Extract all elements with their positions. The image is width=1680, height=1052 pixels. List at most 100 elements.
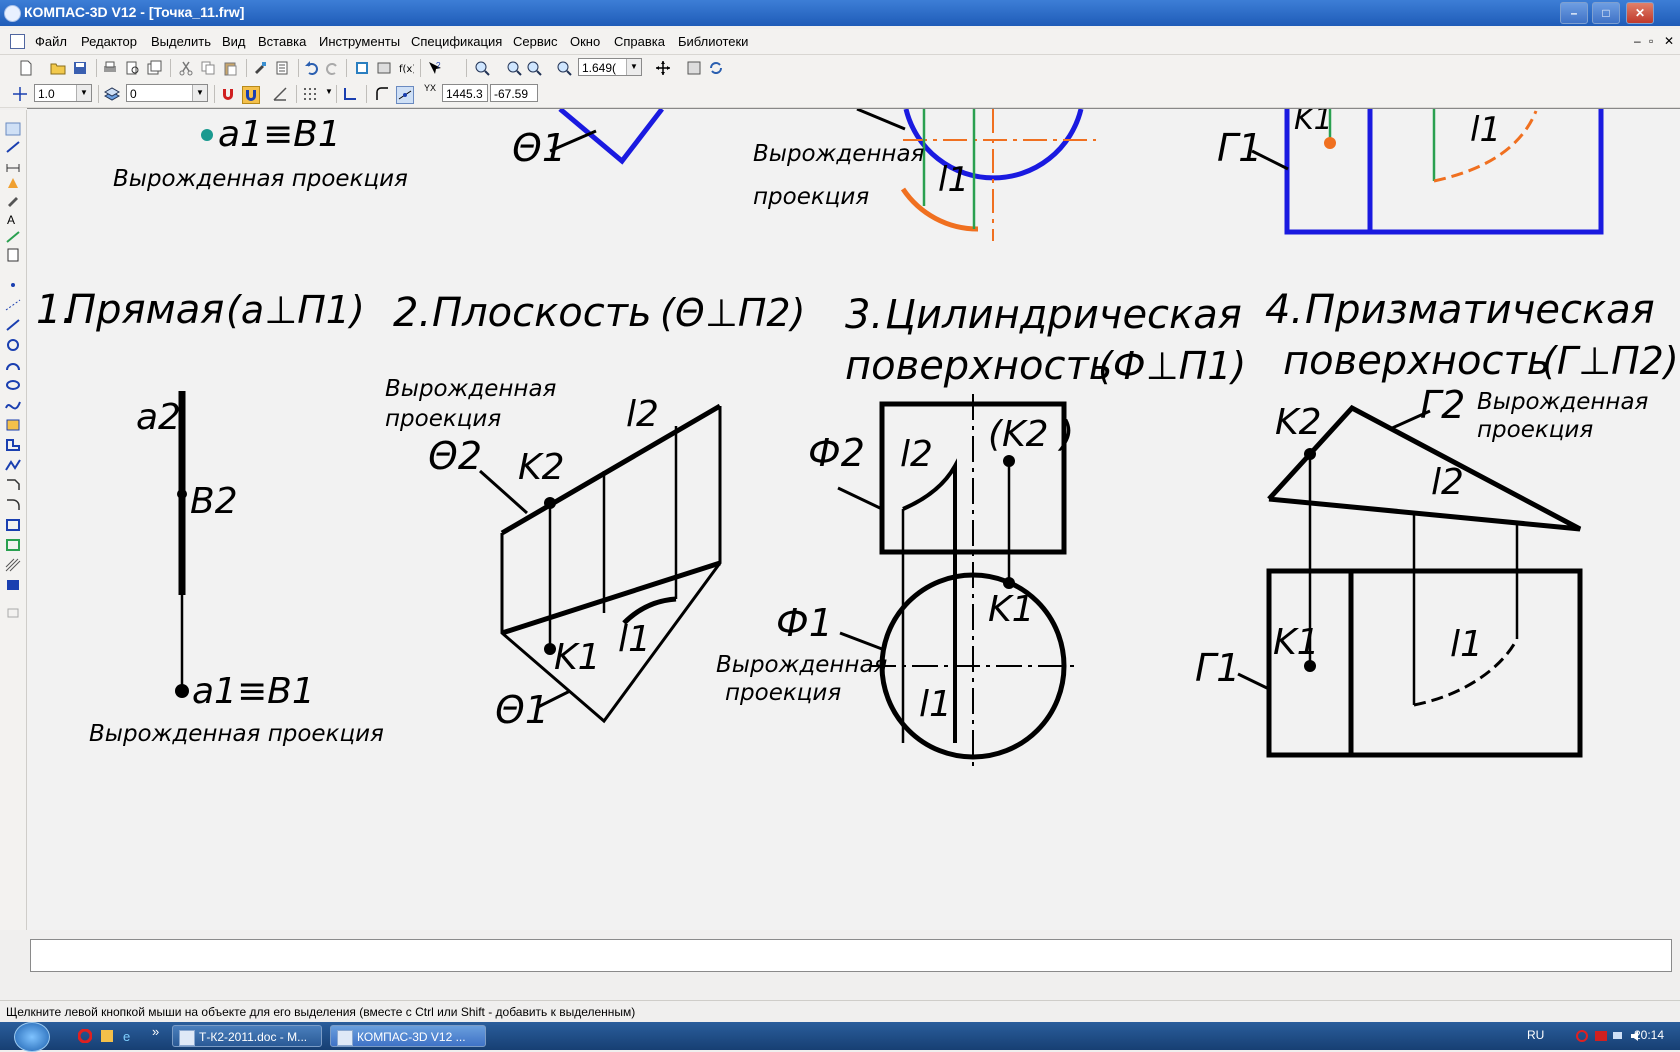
print-setup-icon[interactable] [146, 60, 162, 76]
chamfer-icon[interactable] [5, 478, 21, 492]
language-indicator[interactable]: RU [1527, 1028, 1544, 1042]
paste-icon[interactable] [222, 60, 238, 76]
menu-insert[interactable]: Вставка [258, 34, 306, 49]
chevron-down-icon[interactable]: ▼ [192, 85, 207, 101]
chevron-down-icon[interactable]: ▼ [626, 59, 641, 75]
spline-icon[interactable] [5, 398, 21, 412]
copy-icon[interactable] [200, 60, 216, 76]
dimensions-tool-icon[interactable] [5, 158, 21, 172]
taskbar-kompas[interactable]: КОМПАС-3D V12 ... [330, 1025, 486, 1047]
start-button[interactable] [14, 1022, 50, 1052]
menu-service[interactable]: Сервис [513, 34, 558, 49]
chevron-down-icon[interactable]: ▼ [76, 85, 91, 101]
contour-icon[interactable] [5, 438, 21, 452]
current-layer-field[interactable]: 0 ▼ [126, 84, 208, 102]
chevron-down-icon[interactable]: ▼ [325, 87, 333, 96]
format-brush-icon[interactable] [252, 60, 268, 76]
orthogonal-icon[interactable] [272, 86, 288, 102]
cut-icon[interactable] [178, 60, 194, 76]
zoom-scale-field[interactable]: 1.649(▼ [578, 58, 642, 76]
command-line-input[interactable] [30, 939, 1672, 972]
cursor-step-field[interactable]: 1.0 ▼ [34, 84, 92, 102]
pan-move-icon[interactable] [655, 60, 671, 76]
polyline-icon[interactable] [5, 458, 21, 472]
zoom-scale-icon[interactable] [556, 60, 572, 76]
circle-icon[interactable] [5, 338, 21, 352]
taskbar-word-document[interactable]: Т-К2-2011.doc - М... [172, 1025, 322, 1047]
redraw-icon[interactable] [708, 60, 724, 76]
internet-explorer-icon[interactable]: e [122, 1029, 136, 1043]
menu-libraries[interactable]: Библиотеки [678, 34, 748, 49]
zoom-all-icon[interactable] [526, 60, 542, 76]
refresh-view-icon[interactable] [686, 60, 702, 76]
clock[interactable]: 20:14 [1634, 1028, 1664, 1042]
more-quicklaunch-icon[interactable]: » [152, 1024, 159, 1039]
coord-x-field[interactable]: 1445.3 [442, 84, 488, 102]
close-button[interactable]: ✕ [1626, 2, 1654, 24]
menu-help[interactable]: Справка [614, 34, 665, 49]
layers-icon[interactable] [104, 86, 120, 102]
measure-tool-icon[interactable] [5, 230, 21, 244]
quicklaunch-icon[interactable] [100, 1029, 114, 1043]
parametrization-tool-icon[interactable]: A [5, 212, 21, 226]
coord-y-field[interactable]: -67.59 [490, 84, 538, 102]
grid-icon[interactable] [302, 86, 318, 102]
maximize-button[interactable]: □ [1592, 2, 1620, 24]
geometry-tool-icon[interactable] [5, 140, 21, 154]
document-icon[interactable] [10, 34, 25, 49]
drawing-canvas[interactable]: a1≡B1 Вырожденная проекция Θ1 Вырожденна… [27, 108, 1680, 931]
local-cs-icon[interactable] [342, 86, 358, 102]
minimize-button[interactable]: – [1560, 2, 1588, 24]
point-icon[interactable] [5, 278, 21, 292]
local-snap-magnet-icon[interactable] [242, 86, 260, 104]
properties-icon[interactable] [274, 60, 290, 76]
equidistant-icon[interactable] [5, 606, 21, 620]
mdi-minimize-button[interactable]: – [1634, 34, 1641, 48]
collect-contour-icon[interactable] [5, 538, 21, 552]
print-icon[interactable] [102, 60, 118, 76]
symbols-tool-icon[interactable] [5, 176, 21, 190]
redo-icon[interactable] [324, 60, 340, 76]
select-tool-icon[interactable] [5, 122, 21, 136]
edit-tool-icon[interactable] [5, 194, 21, 208]
undo-icon[interactable] [304, 60, 320, 76]
mdi-close-button[interactable]: ✕ [1664, 34, 1674, 48]
ellipse-icon[interactable] [5, 378, 21, 392]
menu-select[interactable]: Выделить [151, 34, 211, 49]
menu-window[interactable]: Окно [570, 34, 600, 49]
tray-app-icon[interactable] [1594, 1029, 1608, 1043]
network-icon[interactable] [1612, 1029, 1626, 1043]
mdi-restore-button[interactable]: ▫ [1649, 34, 1653, 48]
opera-tray-icon[interactable] [1575, 1029, 1589, 1043]
hatch-icon[interactable] [5, 558, 21, 572]
round-ortho-icon[interactable] [374, 86, 390, 102]
opera-icon[interactable] [78, 1029, 92, 1043]
menu-tools[interactable]: Инструменты [319, 34, 400, 49]
auxiliary-line-icon[interactable] [5, 298, 21, 312]
cursor-step-icon[interactable] [12, 86, 28, 102]
menu-specification[interactable]: Спецификация [411, 34, 502, 49]
fillet-icon[interactable] [5, 498, 21, 512]
arc-icon[interactable] [5, 358, 21, 372]
open-folder-icon[interactable] [50, 60, 66, 76]
zoom-window-icon[interactable] [474, 60, 490, 76]
menu-file[interactable]: Файл [35, 34, 67, 49]
parametric-mode-icon[interactable] [396, 86, 414, 104]
variables-fx-icon[interactable]: f(x) [398, 60, 414, 76]
help-pointer-icon[interactable]: ? [427, 60, 443, 76]
fill-icon[interactable] [5, 578, 21, 592]
rectangle-icon[interactable] [5, 518, 21, 532]
kompas-app-icon[interactable] [4, 5, 21, 22]
zoom-in-icon[interactable] [506, 60, 522, 76]
manager-icon[interactable] [376, 60, 392, 76]
hatch-tool-icon[interactable] [5, 418, 21, 432]
print-preview-icon[interactable] [124, 60, 140, 76]
spec-tool-icon[interactable] [5, 248, 21, 262]
menu-edit[interactable]: Редактор [81, 34, 137, 49]
menu-view[interactable]: Вид [222, 34, 246, 49]
segment-icon[interactable] [5, 318, 21, 332]
new-document-icon[interactable] [18, 60, 34, 76]
save-icon[interactable] [72, 60, 88, 76]
tree-panel-icon[interactable] [354, 60, 370, 76]
snap-magnet-icon[interactable] [220, 86, 236, 102]
